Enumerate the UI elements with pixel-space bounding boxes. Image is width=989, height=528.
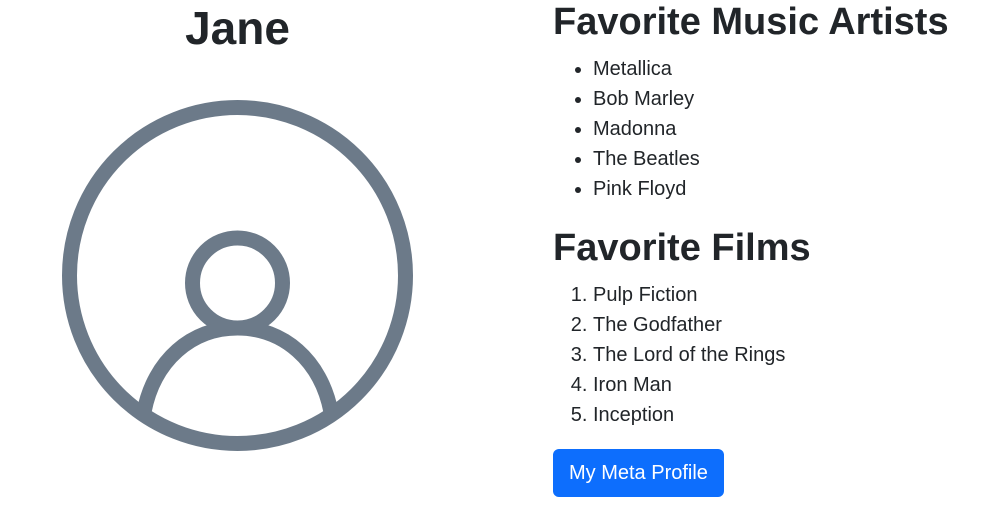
artists-list: Metallica Bob Marley Madonna The Beatles… (553, 54, 989, 204)
list-item: The Lord of the Rings (593, 340, 989, 370)
list-item: The Godfather (593, 310, 989, 340)
list-item: Madonna (593, 114, 989, 144)
list-item: Inception (593, 400, 989, 430)
list-item: Pink Floyd (593, 174, 989, 204)
profile-name: Jane (185, 2, 290, 54)
artists-heading: Favorite Music Artists (553, 1, 949, 43)
films-heading: Favorite Films (553, 227, 811, 269)
user-circle-icon (62, 100, 413, 451)
list-item: The Beatles (593, 144, 989, 174)
list-item: Bob Marley (593, 84, 989, 114)
list-item: Pulp Fiction (593, 280, 989, 310)
list-item: Metallica (593, 54, 989, 84)
list-item: Iron Man (593, 370, 989, 400)
profile-column: Jane (0, 0, 475, 528)
profile-page: Jane Favorite Music Artists Metallica Bo… (0, 0, 989, 528)
films-list: Pulp Fiction The Godfather The Lord of t… (553, 280, 989, 430)
meta-profile-button[interactable]: My Meta Profile (553, 449, 724, 497)
